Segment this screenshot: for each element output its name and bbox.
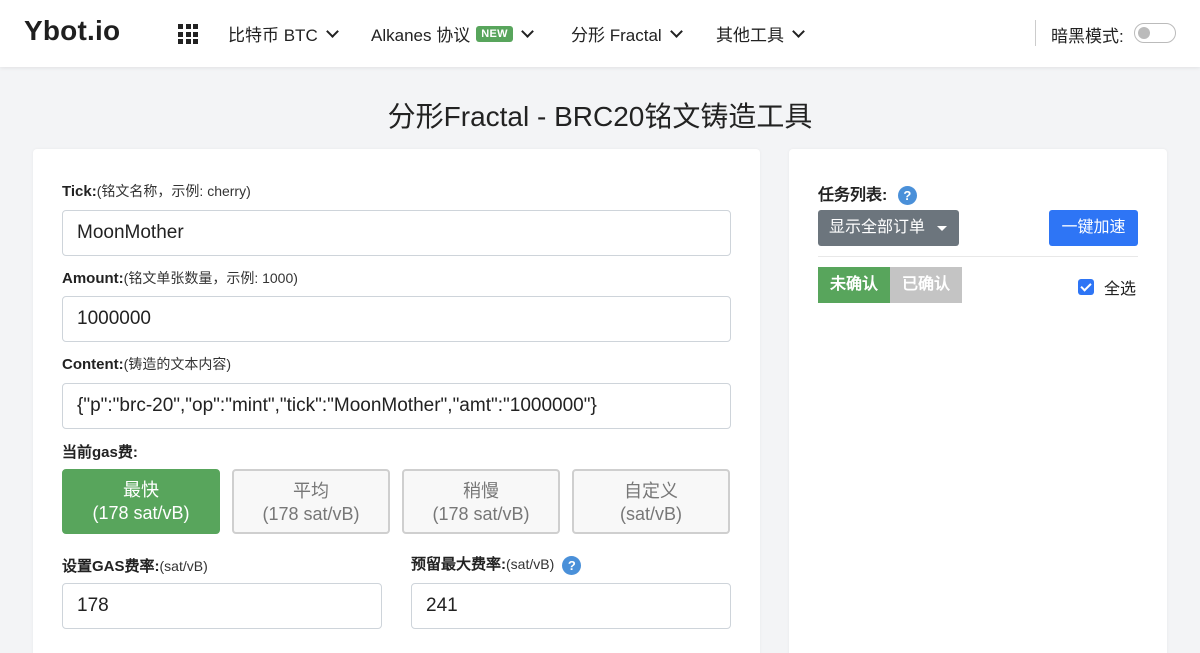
gas-label-text: 当前gas费: [62,444,138,461]
tick-input[interactable]: MoonMother [62,210,731,256]
gas-rate-input-value: 178 [77,595,109,616]
amount-label: Amount:(铭文单张数量，示例: 1000) [62,268,298,288]
nav-divider [1035,20,1036,46]
gas-rate-label: 设置GAS费率:(sat/vB) [62,555,208,576]
chevron-down-icon [520,24,534,38]
toggle-knob [1138,27,1150,39]
chevron-down-icon [325,24,339,38]
tick-hint: (铭文名称，示例: cherry) [96,183,251,199]
task-list-title-text: 任务列表: [818,187,888,204]
task-list-card: 任务列表: ? 显示全部订单 一键加速 未确认 已确认 全选 [789,149,1167,653]
tick-label: Tick:(铭文名称，示例: cherry) [62,181,251,201]
gas-rate-label-text: 设置GAS费率: [62,558,160,575]
dark-mode-label: 暗黑模式: [1051,27,1124,46]
select-all[interactable]: 全选 [1078,275,1136,299]
amount-hint: (铭文单张数量，示例: 1000) [123,270,298,286]
gas-option-name: 平均 [293,481,329,501]
gas-rate-input[interactable]: 178 [62,583,382,629]
apps-grid-icon[interactable] [178,24,198,44]
brand-logo[interactable]: Ybot.io [24,15,120,47]
nav-item-alkanes[interactable]: Alkanes 协议 NEW [371,21,534,46]
chevron-down-icon [669,24,683,38]
dark-mode-toggle[interactable] [1134,23,1176,43]
select-all-label: 全选 [1104,281,1137,298]
task-list-title: 任务列表: ? [818,181,917,206]
gas-option-slow[interactable]: 稍慢 (178 sat/vB) [402,469,560,534]
caret-down-icon [937,226,947,231]
tick-input-value: MoonMother [77,222,184,243]
chevron-down-icon [792,24,805,38]
mint-form-card: Tick:(铭文名称，示例: cherry) MoonMother Amount… [33,149,760,653]
nav-item-other-tools[interactable]: 其他工具 [716,21,805,46]
max-rate-input[interactable]: 241 [411,583,731,629]
new-badge: NEW [476,25,513,42]
dropdown-label: 显示全部订单 [829,219,926,236]
gas-option-average[interactable]: 平均 (178 sat/vB) [232,469,390,534]
nav-item-label: 比特币 BTC [228,26,318,45]
gas-option-rate: (178 sat/vB) [92,503,190,523]
nav-item-label: Alkanes 协议 [371,26,471,45]
tick-label-text: Tick: [62,183,97,200]
gas-option-rate: (178 sat/vB) [432,504,530,524]
tab-unconfirmed[interactable]: 未确认 [818,267,890,303]
gas-label: 当前gas费: [62,441,138,462]
max-rate-input-value: 241 [426,595,458,616]
select-all-checkbox[interactable] [1078,279,1094,295]
help-icon[interactable]: ? [897,186,917,206]
speed-up-all-button[interactable]: 一键加速 [1049,210,1138,246]
gas-option-name: 稍慢 [463,481,499,501]
max-rate-hint: (sat/vB) [506,556,555,572]
gas-option-rate: (sat/vB) [619,504,682,524]
gas-option-name: 自定义 [624,481,678,501]
gas-option-name: 最快 [123,480,159,500]
help-icon[interactable]: ? [562,555,582,575]
content-input[interactable]: {"p":"brc-20","op":"mint","tick":"MoonMo… [62,383,731,429]
amount-label-text: Amount: [62,270,124,287]
gas-option-custom[interactable]: 自定义 (sat/vB) [572,469,730,534]
content-label: Content:(铸造的文本内容) [62,354,231,374]
gas-option-rate: (178 sat/vB) [262,504,360,524]
navbar: Ybot.io 比特币 BTC Alkanes 协议 NEW 分形 Fracta… [0,0,1200,67]
divider [818,256,1138,257]
max-rate-label-text: 预留最大费率: [411,556,506,573]
amount-input-value: 1000000 [77,308,151,329]
gas-option-fastest[interactable]: 最快 (178 sat/vB) [62,469,220,534]
nav-item-label: 分形 Fractal [571,26,662,45]
amount-input[interactable]: 1000000 [62,296,731,342]
order-filter-dropdown[interactable]: 显示全部订单 [818,210,959,246]
nav-item-label: 其他工具 [716,26,784,45]
content-hint: (铸造的文本内容) [123,356,231,372]
max-rate-label: 预留最大费率:(sat/vB) ? [411,553,582,575]
nav-item-fractal[interactable]: 分形 Fractal [571,21,683,46]
nav-item-btc[interactable]: 比特币 BTC [228,21,339,46]
tab-confirmed[interactable]: 已确认 [890,267,962,303]
content-input-value: {"p":"brc-20","op":"mint","tick":"MoonMo… [77,395,597,416]
content-label-text: Content: [62,356,124,373]
gas-rate-hint: (sat/vB) [159,558,208,574]
page-title: 分形Fractal - BRC20铭文铸造工具 [387,101,813,132]
